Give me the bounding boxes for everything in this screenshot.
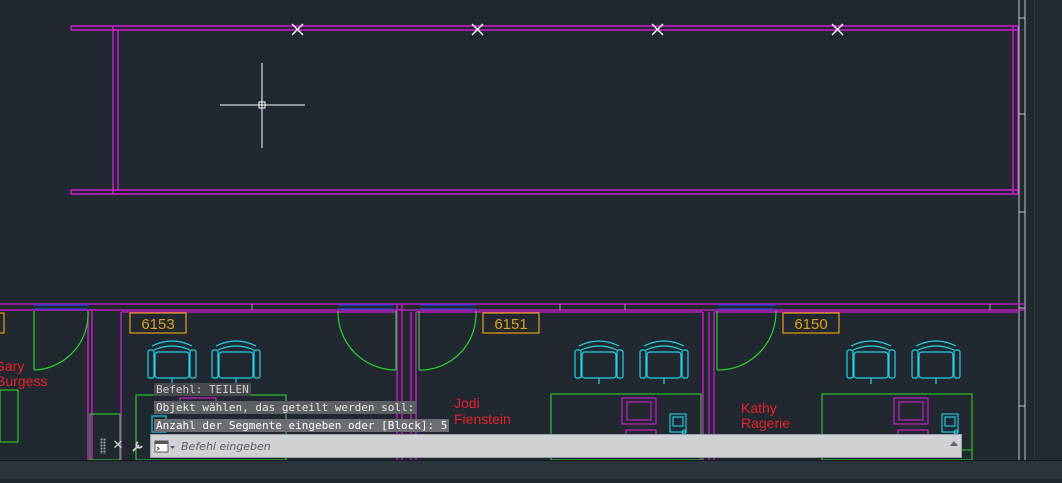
phone-icon	[669, 413, 687, 435]
selected-beam[interactable]	[70, 25, 1019, 195]
command-line: ✕	[96, 434, 966, 458]
command-prompt-icon[interactable]	[154, 439, 176, 455]
door-6153	[337, 310, 397, 371]
chair	[846, 340, 896, 385]
phone-icon	[941, 413, 959, 435]
svg-text:6151: 6151	[494, 316, 527, 333]
door-6151	[418, 310, 477, 371]
status-bar	[0, 460, 1062, 479]
door-left	[33, 310, 89, 371]
svg-text:Kathy: Kathy	[741, 400, 777, 416]
chairs	[147, 340, 961, 385]
wrench-icon-svg	[132, 441, 143, 452]
chair	[574, 340, 624, 385]
svg-text:Gary: Gary	[0, 358, 24, 374]
viewcube-strip	[1034, 0, 1062, 460]
chair	[147, 340, 197, 385]
room-tag-6153: 6153	[129, 312, 187, 334]
occupant-jodi-fienstein: Jodi Fienstein	[454, 395, 511, 427]
crosshair-cursor	[220, 63, 305, 148]
history-line: Anzahl der Segmente eingeben oder [Block…	[154, 419, 450, 432]
svg-text:Fienstein: Fienstein	[454, 411, 511, 427]
history-line: Befehl: TEILEN	[154, 383, 251, 396]
room-tag-partial	[0, 312, 5, 334]
history-line: Objekt wählen, das geteilt werden soll:	[154, 401, 417, 414]
command-input[interactable]	[181, 437, 941, 455]
window-segments	[34, 304, 776, 310]
room-tag-6150: 6150	[782, 312, 840, 334]
svg-text:Ragerie: Ragerie	[741, 415, 790, 431]
wrench-icon[interactable]	[130, 437, 146, 455]
chair	[639, 340, 689, 385]
corridor-wall	[0, 303, 1025, 311]
svg-text:6153: 6153	[141, 316, 174, 333]
close-icon[interactable]: ✕	[110, 437, 126, 455]
svg-text:6150: 6150	[794, 316, 827, 333]
occupant-gary-burgess: Gary Burgess	[0, 358, 47, 389]
svg-text:Burgess: Burgess	[0, 373, 47, 389]
chair	[211, 340, 261, 385]
door-6150	[716, 310, 777, 371]
right-wall	[1018, 0, 1026, 460]
history-up-arrow-icon[interactable]	[950, 441, 958, 446]
occupant-kathy-ragerie: Kathy Ragerie	[741, 400, 790, 431]
drag-handle-icon[interactable]	[100, 438, 106, 454]
chair	[911, 340, 961, 385]
svg-text:Jodi: Jodi	[454, 395, 480, 411]
room-tag-6151: 6151	[482, 312, 540, 334]
command-input-box[interactable]	[150, 434, 962, 458]
